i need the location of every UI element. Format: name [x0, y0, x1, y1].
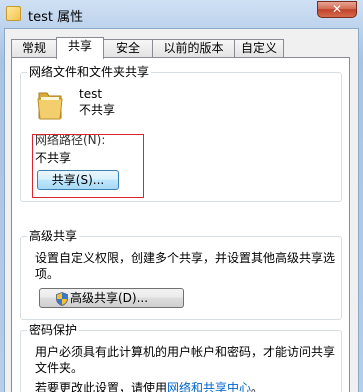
folder-icon: [37, 92, 63, 120]
dialog-client: 常规 共享 安全 以前的版本 自定义 网络文件和文件夹共享 test 不共享 网…: [4, 28, 359, 392]
change-setting-prefix: 若要更改此设置，请使用: [35, 381, 168, 392]
window-title: test 属性: [28, 10, 84, 25]
folder-share-status: 不共享: [79, 103, 116, 117]
window-folder-icon: [6, 6, 21, 21]
password-protection-change-text: 若要更改此设置，请使用网络和共享中心。: [35, 381, 263, 392]
password-protection-line2: 文件夹。: [35, 361, 84, 375]
advanced-sharing-button[interactable]: 高级共享(D)...: [39, 288, 184, 308]
sharing-panel: 网络文件和文件夹共享 test 不共享 网络路径(N): 不共享 共享(S)..…: [11, 57, 350, 392]
tab-security[interactable]: 安全: [103, 39, 153, 57]
title-bar: test 属性 ✕: [0, 0, 363, 28]
close-button[interactable]: ✕: [317, 1, 357, 18]
annotation-highlight-box: [32, 134, 144, 198]
network-sharing-group-title: 网络文件和文件夹共享: [27, 65, 152, 79]
advanced-sharing-description-line1: 设置自定义权限，创建多个共享，并设置其他高级共享选: [35, 251, 336, 265]
advanced-sharing-button-label: 高级共享(D)...: [70, 291, 149, 305]
folder-name: test: [79, 87, 103, 101]
tab-sharing[interactable]: 共享: [56, 37, 104, 59]
network-sharing-center-link[interactable]: 网络和共享中心: [167, 381, 251, 392]
uac-shield-icon: [56, 291, 68, 306]
advanced-sharing-group: 高级共享 设置自定义权限，创建多个共享，并设置其他高级共享选 项。 高级共享(D…: [20, 229, 342, 320]
tab-customize[interactable]: 自定义: [234, 39, 284, 57]
advanced-sharing-group-title: 高级共享: [27, 229, 80, 243]
password-protection-group: 密码保护 用户必须具有此计算机的用户帐户和密码，才能访问共享 文件夹。 若要更改…: [20, 323, 342, 392]
tab-previous-versions[interactable]: 以前的版本: [152, 39, 235, 57]
change-setting-suffix: 。: [251, 381, 264, 392]
password-protection-group-title: 密码保护: [27, 323, 80, 337]
password-protection-line1: 用户必须具有此计算机的用户帐户和密码，才能访问共享: [35, 345, 336, 359]
tab-general[interactable]: 常规: [11, 39, 57, 57]
properties-window: test 属性 ✕ 常规 共享 安全 以前的版本 自定义 网络文件和文件夹共享 …: [0, 0, 363, 392]
advanced-sharing-description-line2: 项。: [35, 267, 60, 281]
